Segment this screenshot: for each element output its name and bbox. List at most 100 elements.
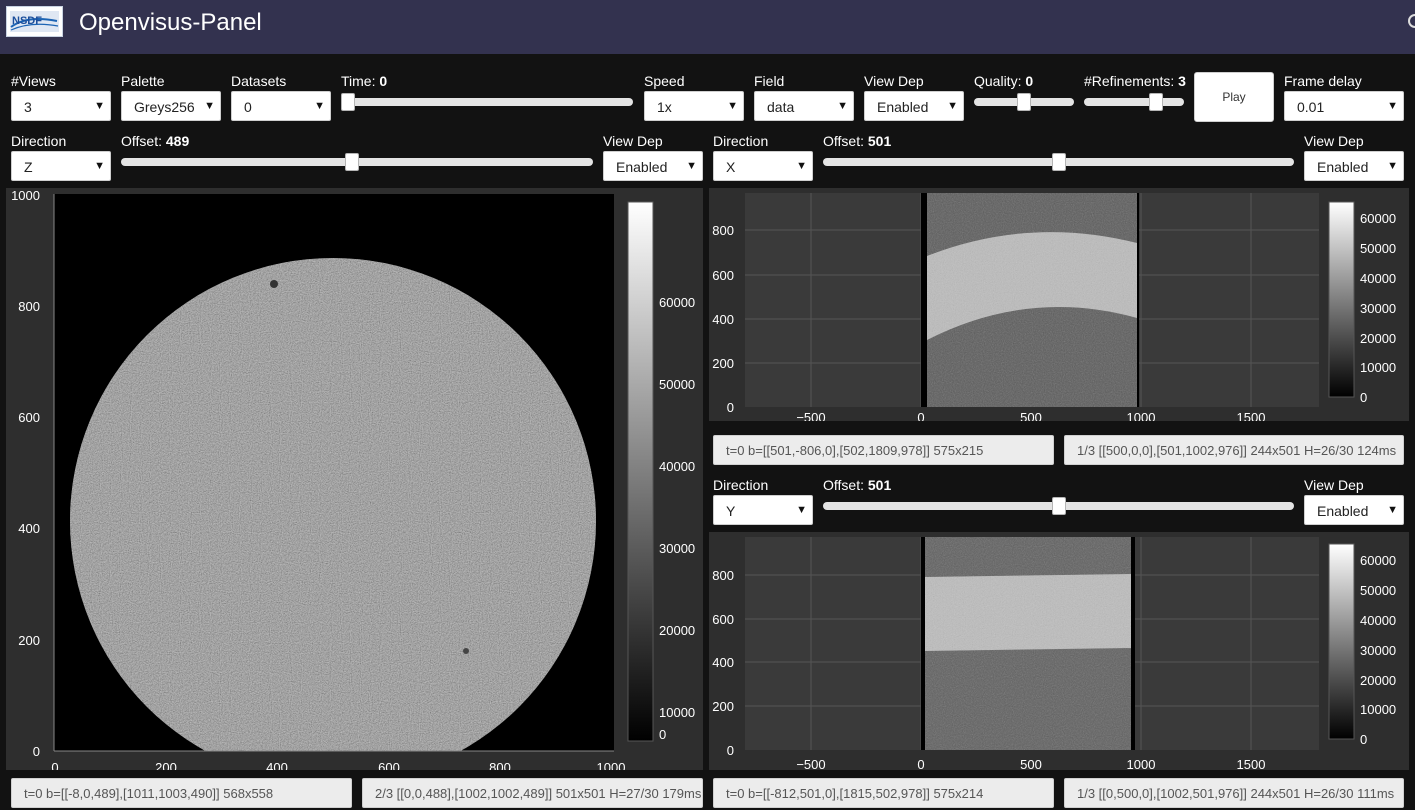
view3-offset-value: 501 [867,477,892,493]
view1-y-tick: 1000 [11,188,40,203]
datasets-value: 0 [244,99,252,115]
colorbar-tick: 20000 [659,623,695,638]
view-dep-select[interactable]: Enabled ▼ [864,91,964,121]
view1-direction-value: Z [24,159,33,175]
view3-direction-label: Direction [713,477,769,493]
nsdf-logo: NSDF [6,6,63,37]
view2-offset-slider[interactable] [823,153,1294,171]
colorbar-tick: 20000 [1360,331,1396,346]
time-slider-handle[interactable] [341,93,355,111]
refinements-slider-handle[interactable] [1148,93,1163,111]
time-slider[interactable] [341,93,633,111]
view1-status-left[interactable]: t=0 b=[[-8,0,489],[1011,1003,490]] 568x5… [11,778,352,808]
palette-label: Palette [121,73,165,89]
field-select[interactable]: data ▼ [754,91,854,121]
view3-colorbar [1328,543,1355,740]
chevron-down-icon: ▼ [837,100,848,112]
quality-value: 0 [1025,73,1034,89]
view1-colorbar-ticks: 0 10000 20000 30000 40000 50000 60000 [659,295,695,742]
view3-y-tick: 800 [712,568,734,583]
view2-y-tick: 600 [712,268,734,283]
datasets-label: Datasets [231,73,287,89]
view2-status-left[interactable]: t=0 b=[[501,-806,0],[502,1809,978]] 575x… [713,435,1054,465]
view3-view-dep-label: View Dep [1304,477,1364,493]
view2-y-tick: 200 [712,356,734,371]
chevron-down-icon: ▼ [204,100,215,112]
colorbar-tick: 40000 [1360,613,1396,628]
search-icon[interactable] [1408,14,1415,28]
chevron-down-icon: ▼ [796,160,807,172]
view1-direction-select[interactable]: Z ▼ [11,151,111,181]
view2-direction-select[interactable]: X ▼ [713,151,813,181]
view2-view-dep-select[interactable]: Enabled ▼ [1304,151,1404,181]
view1-view-dep-select[interactable]: Enabled ▼ [603,151,703,181]
view3-plot[interactable]: −500 0 500 1000 1500 0 200 400 600 800 0… [709,532,1409,772]
view1-offset-value: 489 [165,133,190,149]
view1-x-tick: 800 [489,760,511,770]
palette-select[interactable]: Greys256 ▼ [121,91,221,121]
view1-y-tick: 0 [33,744,40,759]
view2-x-tick: −500 [796,410,825,421]
frame-delay-select[interactable]: 0.01 ▼ [1284,91,1404,121]
view3-direction-value: Y [726,503,736,519]
speed-select[interactable]: 1x ▼ [644,91,744,121]
view2-x-tick: 0 [917,410,924,421]
colorbar-tick: 30000 [1360,301,1396,316]
view2-view-dep-label: View Dep [1304,133,1364,149]
datasets-select[interactable]: 0 ▼ [231,91,331,121]
view3-offset-slider[interactable] [823,497,1294,515]
chevron-down-icon: ▼ [314,100,325,112]
view2-view-dep-value: Enabled [1317,159,1369,175]
view1-x-tick: 200 [155,760,177,770]
view3-status-right[interactable]: 1/3 [[0,500,0],[1002,501,976]] 244x501 H… [1064,778,1404,808]
play-button[interactable]: Play [1194,72,1274,122]
view3-x-tick: 1000 [1127,757,1156,770]
view3-y-tick: 200 [712,699,734,714]
colorbar-tick: 50000 [1360,583,1396,598]
quality-slider[interactable] [974,93,1074,111]
view2-y-tick: 800 [712,223,734,238]
app-header: NSDF Openvisus-Panel [0,0,1415,54]
view2-x-tick: 1500 [1237,410,1266,421]
view2-status-right[interactable]: 1/3 [[500,0,0],[501,1002,976]] 244x501 H… [1064,435,1404,465]
view1-offset-slider[interactable] [121,153,593,171]
time-label: Time: 0 [341,73,388,89]
view3-status-left[interactable]: t=0 b=[[-812,501,0],[1815,502,978]] 575x… [713,778,1054,808]
view2-offset-slider-handle[interactable] [1051,153,1066,171]
frame-delay-label: Frame delay [1284,73,1362,89]
view1-y-tick: 400 [18,521,40,536]
view3-view-dep-select[interactable]: Enabled ▼ [1304,495,1404,525]
view1-offset-slider-handle[interactable] [344,153,359,171]
refinements-slider[interactable] [1084,93,1184,111]
view3-offset-slider-handle[interactable] [1051,497,1066,515]
colorbar-tick: 10000 [659,705,695,720]
view1-x-tick: 400 [266,760,288,770]
colorbar-tick: 60000 [1360,553,1396,568]
view3-x-tick: −500 [796,757,825,770]
view2-y-tick: 0 [727,400,734,415]
view2-slice-image [927,193,1137,407]
view1-direction-label: Direction [11,133,67,149]
colorbar-tick: 10000 [1360,702,1396,717]
view1-view-dep-label: View Dep [603,133,663,149]
views-select[interactable]: 3 ▼ [11,91,111,121]
view2-plot[interactable]: −500 0 500 1000 1500 0 200 400 600 800 0… [709,188,1409,425]
quality-slider-handle[interactable] [1017,93,1031,111]
view3-x-ticks: −500 0 500 1000 1500 [796,757,1266,772]
view1-x-tick: 1000 [597,760,626,770]
frame-delay-value: 0.01 [1297,99,1325,115]
app-title: Openvisus-Panel [79,9,262,36]
view1-status-right[interactable]: 2/3 [[0,0,488],[1002,1002,489]] 501x501 … [362,778,703,808]
view1-plot[interactable]: 0 200 400 600 800 1000 0 200 400 600 800… [6,188,703,775]
view1-colorbar [627,201,654,742]
view3-y-tick: 600 [712,612,734,627]
palette-value: Greys256 [134,99,195,115]
view3-x-tick: 1500 [1237,757,1266,770]
colorbar-tick: 40000 [1360,271,1396,286]
view3-x-tick: 0 [917,757,924,770]
view2-x-tick: 1000 [1127,410,1156,421]
view2-y-ticks: 0 200 400 600 800 [712,223,734,415]
view3-y-ticks: 0 200 400 600 800 [712,568,734,758]
colorbar-tick: 40000 [659,459,695,474]
view3-direction-select[interactable]: Y ▼ [713,495,813,525]
